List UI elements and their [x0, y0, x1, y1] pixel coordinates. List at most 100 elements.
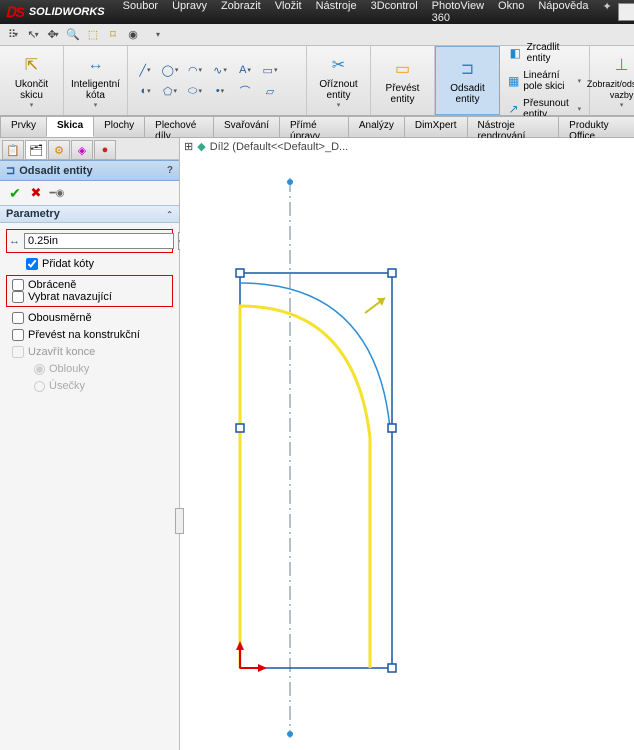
tab-render[interactable]: Nástroje rendrování [467, 116, 560, 137]
circle-tool-icon[interactable]: ◯ [159, 60, 181, 80]
reverse-checkbox-row[interactable]: Obráceně [10, 279, 169, 291]
text-tool-icon[interactable]: A [234, 60, 256, 80]
smart-dim-label: Inteligentní kóta [70, 79, 121, 101]
linear-pattern-label: Lineární pole skici [523, 70, 573, 92]
trim-button[interactable]: ✂ Oříznout entity ▾ [311, 51, 366, 111]
reverse-checkbox[interactable] [12, 279, 24, 291]
fm-tab-config-icon[interactable]: ⚙ [48, 140, 70, 160]
point-tool-icon[interactable]: • [209, 81, 231, 101]
source-arc[interactable] [240, 283, 390, 428]
offset-button[interactable]: ⊐ Odsadit entity [440, 55, 495, 107]
smart-dim-button[interactable]: ↔ Inteligentní kóta ▾ [68, 51, 123, 111]
fm-tab-tree-icon[interactable]: 📋 [2, 140, 24, 160]
convert-button[interactable]: ▭ Převést entity [375, 55, 430, 107]
add-dims-checkbox-row[interactable]: Přidat kóty [6, 258, 173, 270]
origin-icon [236, 641, 267, 672]
main-area: 📋 🗂 ⚙ ◈ ● ⊐ Odsadit entity ? ✔ ✖ ━◉ Para… [0, 138, 634, 750]
pm-section-params[interactable]: Parametry ⌃ [0, 205, 179, 223]
qt-target-icon[interactable]: ◉ [124, 27, 142, 43]
app-logo: ᎠS SOLIDWORKS [6, 4, 105, 21]
line-tool-icon[interactable]: ╱ [134, 60, 156, 80]
move-icon: ↗ [508, 101, 519, 117]
offset-direction-arrow [365, 298, 385, 313]
menu-3dcontrol[interactable]: 3Dcontrol [365, 0, 424, 26]
smart-dim-icon: ↔ [84, 53, 108, 77]
menu-pin-icon[interactable]: ✦ [597, 0, 618, 26]
tab-analysis[interactable]: Analýzy [348, 116, 405, 137]
qt-kitchen-icon[interactable]: ⌑ [104, 27, 122, 43]
rect-tool-icon[interactable]: ▭ [259, 60, 281, 80]
arcs-radio-row: Oblouky [6, 363, 173, 375]
collapse-icon: ⌃ [166, 210, 173, 219]
pm-help-icon[interactable]: ? [167, 165, 173, 176]
poly-tool-icon[interactable]: ⬠ [159, 81, 181, 101]
menu-tools[interactable]: Nástroje [310, 0, 363, 26]
to-construction-label: Převést na konstrukční [28, 329, 140, 341]
close-ends-label: Uzavřít konce [28, 346, 95, 358]
spline-tool-icon[interactable]: ∿ [209, 60, 231, 80]
ds-logo-icon: ᎠS [6, 4, 25, 21]
tab-surfaces[interactable]: Plochy [93, 116, 145, 137]
menu-bar: Soubor Úpravy Zobrazit Vložit Nástroje 3… [117, 0, 618, 26]
menu-edit[interactable]: Úpravy [166, 0, 213, 26]
qt-move-icon[interactable]: ✥ [44, 27, 62, 43]
fillet-tool-icon[interactable]: ⌒ [234, 81, 256, 101]
to-construction-checkbox-row[interactable]: Převést na konstrukční [6, 329, 173, 341]
exit-sketch-button[interactable]: ⇱ Ukončit skicu ▾ [4, 51, 59, 111]
tab-features[interactable]: Prvky [0, 116, 47, 137]
menu-insert[interactable]: Vložit [269, 0, 308, 26]
tab-office[interactable]: Produkty Office [558, 116, 634, 137]
pm-pushpin-button[interactable]: ━◉ [48, 184, 66, 202]
linear-pattern-icon: ▦ [508, 73, 519, 89]
menu-help[interactable]: Nápověda [532, 0, 594, 26]
menu-photoview[interactable]: PhotoView 360 [426, 0, 490, 26]
reverse-label: Obráceně [28, 279, 76, 291]
add-dims-checkbox[interactable] [26, 258, 38, 270]
qt-cursor-icon[interactable]: ↖ [24, 27, 42, 43]
select-chain-checkbox-row[interactable]: Vybrat navazující [10, 291, 169, 303]
tab-sheetmetal[interactable]: Plechové díly [144, 116, 214, 137]
fm-tab-pm-icon[interactable]: 🗂 [25, 140, 47, 160]
qt-dropdown-icon[interactable] [150, 27, 168, 43]
menu-view[interactable]: Zobrazit [215, 0, 267, 26]
highlighted-checkbox-group: Obráceně Vybrat navazující [6, 275, 173, 307]
ellipse-tool-icon[interactable]: ⬭ [184, 81, 206, 101]
relations-label: Zobrazit/odstranit vazby [587, 79, 634, 101]
lines-label: Úsečky [49, 380, 85, 392]
mirror-icon: ◧ [508, 45, 523, 61]
fm-tab-dim-icon[interactable]: ◈ [71, 140, 93, 160]
bidir-checkbox-row[interactable]: Obousměrně [6, 312, 173, 324]
to-construction-checkbox[interactable] [12, 329, 24, 341]
fm-tab-render-icon[interactable]: ● [94, 140, 116, 160]
bidir-checkbox[interactable] [12, 312, 24, 324]
qt-custom-icon[interactable]: ⠿ [4, 27, 22, 43]
offset-label: Odsadit entity [442, 83, 493, 105]
offset-preview [240, 306, 370, 668]
menu-window[interactable]: Okno [492, 0, 530, 26]
tab-dimxpert[interactable]: DimXpert [404, 116, 468, 137]
arc-tool-icon[interactable]: ◠ [184, 60, 206, 80]
graphics-area[interactable]: ⊞ ◆ Díl2 (Default<<Default>_D... [180, 138, 634, 750]
lines-radio-row: Úsečky [6, 380, 173, 392]
offset-distance-input[interactable] [24, 233, 174, 249]
mirror-button[interactable]: ◧ Zrcadlit entity [504, 40, 585, 66]
qt-zoom-icon[interactable]: 🔍 [64, 27, 82, 43]
ribbon-group-trim: ✂ Oříznout entity ▾ [307, 46, 371, 115]
qt-step-icon[interactable]: ⬚ [84, 27, 102, 43]
tab-weldments[interactable]: Svařování [213, 116, 280, 137]
menu-file[interactable]: Soubor [117, 0, 164, 26]
feature-manager-tabs: 📋 🗂 ⚙ ◈ ● [0, 138, 179, 160]
offset-pm-icon: ⊐ [6, 164, 15, 177]
property-manager-pane: 📋 🗂 ⚙ ◈ ● ⊐ Odsadit entity ? ✔ ✖ ━◉ Para… [0, 138, 180, 750]
linear-pattern-button[interactable]: ▦ Lineární pole skici ▾ [504, 68, 585, 94]
arcs-radio [34, 364, 45, 375]
select-chain-checkbox[interactable] [12, 291, 24, 303]
pm-ok-button[interactable]: ✔ [6, 184, 24, 202]
new-doc-icon[interactable] [618, 3, 634, 21]
pm-cancel-button[interactable]: ✖ [27, 184, 45, 202]
tab-direct[interactable]: Přímé úpravy [279, 116, 349, 137]
slot-tool-icon[interactable]: ◖ [134, 81, 156, 101]
relations-button[interactable]: ⊥ Zobrazit/odstranit vazby ▾ [594, 51, 634, 111]
plane-tool-icon[interactable]: ▱ [259, 81, 281, 101]
tab-sketch[interactable]: Skica [46, 116, 94, 137]
